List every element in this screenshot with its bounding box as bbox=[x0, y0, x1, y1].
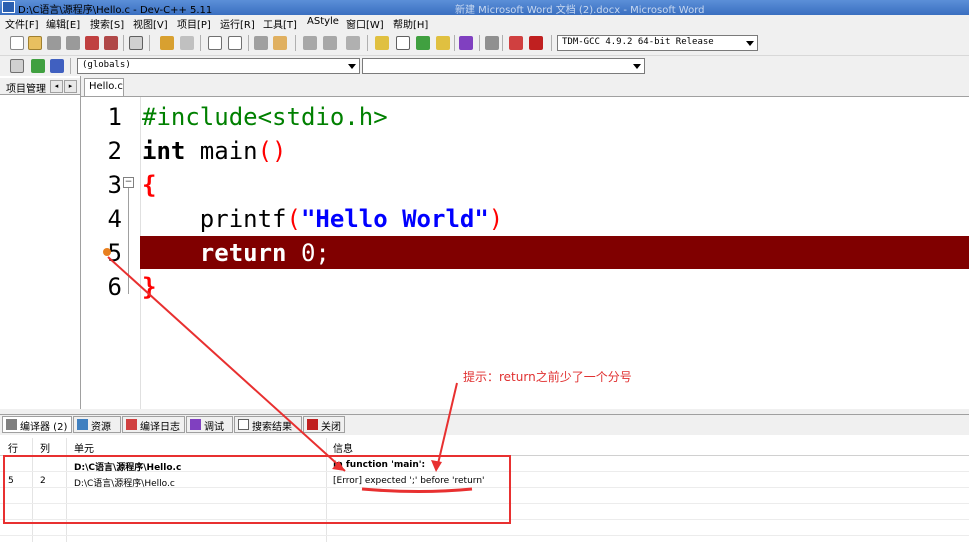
annotation-overlay bbox=[3, 256, 511, 524]
arrow-head-icon bbox=[431, 460, 442, 472]
arrow-line bbox=[107, 256, 346, 472]
underline-mark bbox=[361, 487, 473, 493]
arrow-head-icon bbox=[332, 461, 345, 471]
